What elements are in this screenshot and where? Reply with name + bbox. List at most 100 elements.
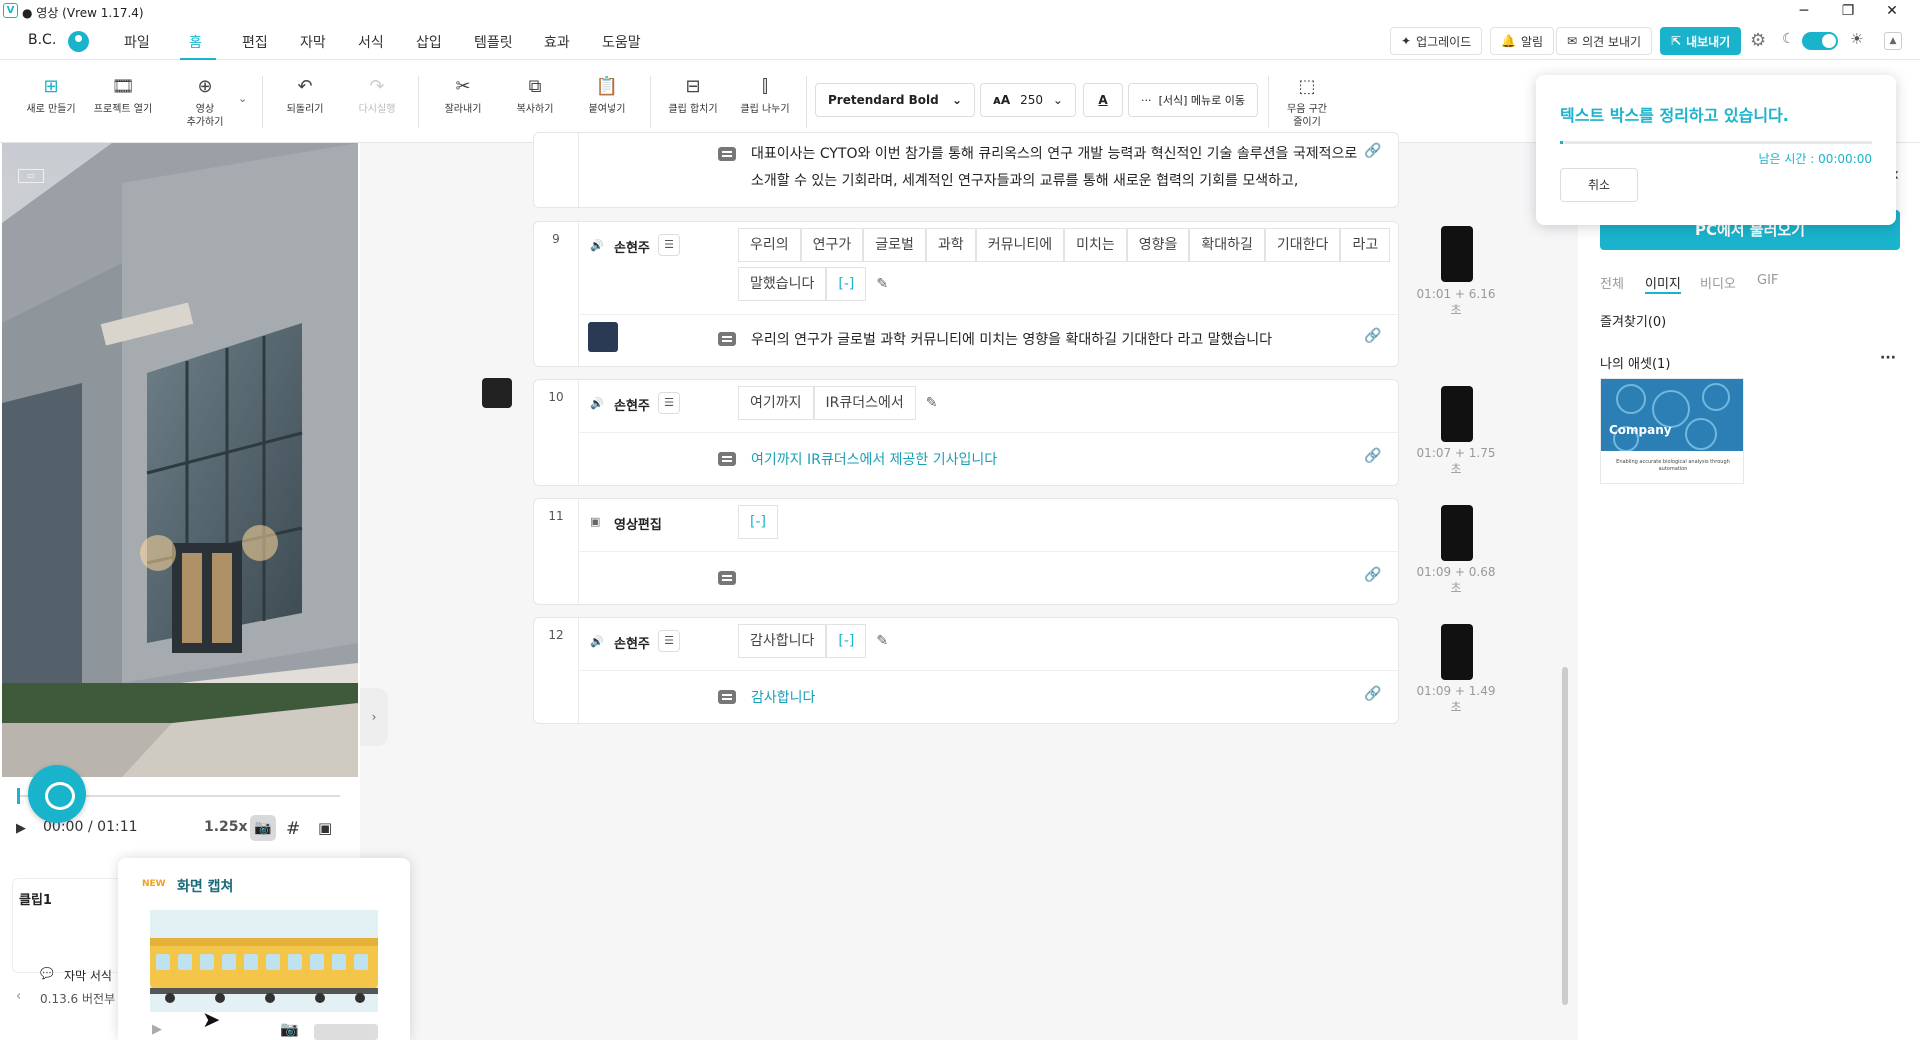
menu-format[interactable]: 서식: [358, 32, 384, 52]
chevron-down-icon[interactable]: ⌄: [238, 92, 247, 105]
word-chip[interactable]: 과학: [925, 228, 976, 262]
link-icon[interactable]: 🔗: [1364, 328, 1381, 344]
menu-template[interactable]: 템플릿: [474, 32, 513, 52]
dark-mode-toggle[interactable]: [1802, 32, 1838, 50]
user-name[interactable]: B.C.: [28, 32, 56, 48]
camera-icon[interactable]: 📷: [280, 1020, 299, 1038]
cancel-button[interactable]: 취소: [1560, 168, 1638, 202]
speaker-name[interactable]: 손현주: [614, 395, 650, 414]
pencil-icon[interactable]: ✎: [876, 633, 888, 649]
text-color-button[interactable]: A: [1083, 83, 1123, 117]
word-chip[interactable]: 우리의: [738, 228, 801, 262]
font-select[interactable]: Pretendard Bold ⌄: [815, 83, 975, 117]
subtitle-text[interactable]: 여기까지 IR큐더스에서 제공한 기사입니다: [751, 449, 997, 469]
seek-handle[interactable]: [17, 788, 20, 804]
play-icon[interactable]: ▶: [152, 1022, 162, 1037]
options-icon[interactable]: ☰: [658, 234, 680, 256]
menu-effects[interactable]: 효과: [544, 32, 570, 52]
play-icon[interactable]: ▶: [16, 821, 26, 836]
clip-row[interactable]: 11 ▣ 영상편집 [-] 🔗: [533, 498, 1399, 605]
font-size-select[interactable]: ᴀA 250 ⌄: [980, 83, 1076, 117]
upgrade-button[interactable]: ✦ 업그레이드: [1390, 27, 1483, 55]
paste-button[interactable]: 📋 붙여넣기: [572, 76, 642, 116]
clip-thumbnail[interactable]: [1441, 505, 1473, 561]
clip-row[interactable]: 대표이사는 CYTO와 이번 참가를 통해 큐리옥스의 연구 개발 능력과 혁신…: [533, 132, 1399, 208]
clip-thumbnail[interactable]: [1441, 624, 1473, 680]
silence-chip[interactable]: [-]: [738, 505, 778, 539]
word-chip[interactable]: 확대하길: [1189, 228, 1265, 262]
word-chip[interactable]: 연구가: [800, 228, 864, 262]
alert-button[interactable]: 🔔 알림: [1490, 27, 1555, 55]
word-chip[interactable]: 커뮤니티에: [975, 228, 1065, 262]
subtitle-text-line-1[interactable]: 대표이사는 CYTO와 이번 참가를 통해 큐리옥스의 연구 개발 능력과 혁신…: [751, 143, 1357, 163]
link-icon[interactable]: 🔗: [1364, 143, 1381, 159]
merge-clip-button[interactable]: ⊟ 클립 합치기: [658, 76, 728, 116]
scrollbar[interactable]: [1562, 667, 1568, 1005]
chevron-left-icon[interactable]: ‹: [16, 989, 21, 1004]
word-chip[interactable]: 라고: [1340, 228, 1391, 262]
add-video-button[interactable]: ⊕ 영상 추가하기: [170, 76, 240, 129]
minimize-button[interactable]: ─: [1782, 0, 1826, 22]
menu-subtitle[interactable]: 자막: [300, 32, 326, 52]
clip-thumbnail[interactable]: [1441, 226, 1473, 282]
close-button[interactable]: ✕: [1870, 0, 1914, 22]
word-chip[interactable]: 말했습니다: [738, 267, 827, 301]
clip-row[interactable]: 10 🔊 손현주 ☰ 여기까지 IR큐더스에서 ✎ 여기까지 IR큐더스에서 제…: [533, 379, 1399, 486]
word-chip[interactable]: 여기까지: [738, 386, 814, 420]
subtitle-text-line-2[interactable]: 소개할 수 있는 기회라며, 세계적인 연구자들과의 교류를 통해 새로운 협력…: [751, 170, 1298, 190]
pencil-icon[interactable]: ✎: [926, 395, 938, 411]
clip-thumbnail[interactable]: [1441, 386, 1473, 442]
menu-home[interactable]: 홈: [189, 32, 202, 52]
silence-chip[interactable]: [-]: [826, 267, 867, 301]
format-menu-button[interactable]: ··· [서식] 메뉴로 이동: [1128, 83, 1258, 117]
split-clip-button[interactable]: ⫿ 클립 나누기: [730, 76, 800, 116]
link-icon[interactable]: 🔗: [1364, 567, 1381, 583]
tab-gif[interactable]: GIF: [1757, 273, 1778, 288]
subtitle-text[interactable]: 감사합니다: [751, 687, 815, 707]
redo-button[interactable]: ↷ 다시실행: [342, 76, 412, 116]
subtitle-toggle-icon[interactable]: ▣: [318, 819, 332, 837]
feedback-button[interactable]: ✉ 의견 보내기: [1556, 27, 1653, 55]
image-thumbnail[interactable]: [588, 322, 618, 352]
subtitle-text[interactable]: 우리의 연구가 글로벌 과학 커뮤니티에 미치는 영향을 확대하길 기대한다 라…: [751, 329, 1272, 349]
playback-speed[interactable]: 1.25x: [204, 819, 248, 835]
new-button[interactable]: ⊞ 새로 만들기: [16, 76, 86, 116]
collapse-ribbon-icon[interactable]: ▲: [1884, 32, 1902, 50]
word-chip[interactable]: IR큐더스에서: [813, 386, 916, 420]
word-chip[interactable]: 글로벌: [863, 228, 926, 262]
word-chip[interactable]: 감사합니다: [738, 624, 827, 658]
link-icon[interactable]: 🔗: [1364, 448, 1381, 464]
more-icon[interactable]: ···: [1880, 350, 1896, 366]
tab-video[interactable]: 비디오: [1700, 273, 1736, 292]
silence-chip[interactable]: [-]: [826, 624, 867, 658]
clip-row[interactable]: 12 🔊 손현주 ☰ 감사합니다 [-] ✎ 감사합니다 🔗: [533, 617, 1399, 724]
camera-icon[interactable]: 📷: [250, 815, 276, 841]
pencil-icon[interactable]: ✎: [876, 276, 888, 292]
word-chip[interactable]: 기대한다: [1264, 228, 1341, 262]
open-project-button[interactable]: 🎞 프로젝트 열기: [88, 76, 158, 116]
options-icon[interactable]: ☰: [658, 630, 680, 652]
menu-edit[interactable]: 편집: [242, 32, 268, 52]
capture-button[interactable]: [314, 1024, 378, 1040]
word-chip[interactable]: 미치는: [1064, 228, 1127, 262]
reduce-silence-button[interactable]: ⬚ 무음 구간 줄이기: [1272, 76, 1342, 129]
options-icon[interactable]: ☰: [658, 392, 680, 414]
speaker-name[interactable]: 손현주: [614, 633, 650, 652]
menu-file[interactable]: 파일: [124, 32, 150, 52]
user-avatar-icon[interactable]: [68, 31, 89, 52]
copy-button[interactable]: ⧉ 복사하기: [500, 76, 570, 116]
menu-insert[interactable]: 삽입: [416, 32, 442, 52]
chat-support-button[interactable]: [28, 765, 86, 823]
tab-all[interactable]: 전체: [1600, 273, 1624, 292]
undo-button[interactable]: ↶ 되돌리기: [270, 76, 340, 116]
favorites-label[interactable]: 즐겨찾기(0): [1600, 311, 1666, 330]
cut-button[interactable]: ✂ 잘라내기: [428, 76, 498, 116]
clip-row[interactable]: 9 🔊 손현주 ☰ 우리의 연구가 글로벌 과학 커뮤니티에 미치는 영향을 확…: [533, 221, 1399, 367]
gear-icon[interactable]: ⚙: [1750, 30, 1766, 51]
tab-image[interactable]: 이미지: [1645, 273, 1681, 292]
link-icon[interactable]: 🔗: [1364, 686, 1381, 702]
collapse-panel-button[interactable]: ›: [360, 688, 388, 746]
menu-help[interactable]: 도움말: [602, 32, 641, 52]
speaker-name[interactable]: 손현주: [614, 237, 650, 256]
grid-icon[interactable]: #: [286, 819, 300, 839]
